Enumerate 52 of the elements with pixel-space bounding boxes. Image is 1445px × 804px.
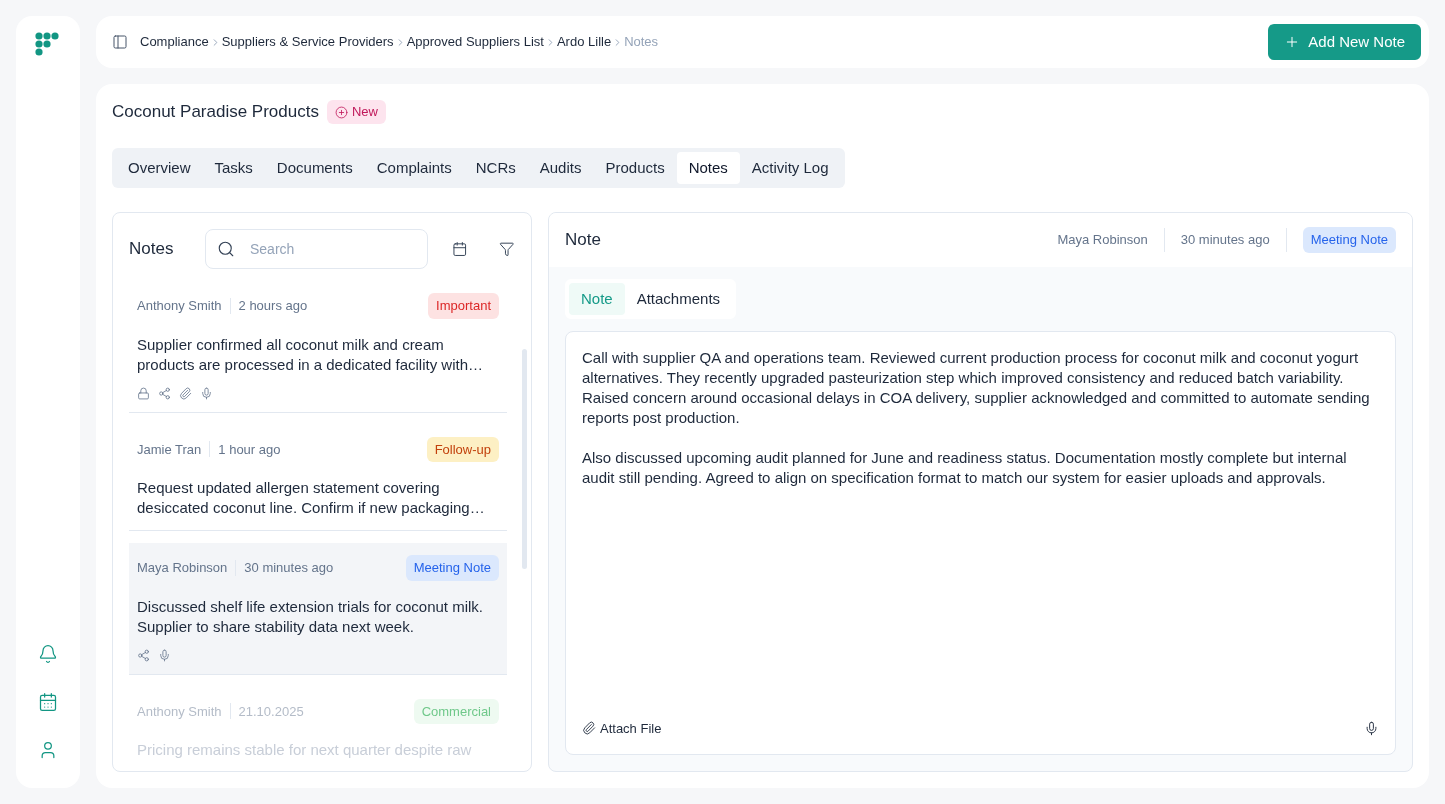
calendar-icon[interactable] <box>38 692 58 712</box>
tag: Important <box>428 293 499 319</box>
breadcrumb-link[interactable]: Approved Suppliers List <box>406 32 544 52</box>
tab[interactable]: Audits <box>527 152 594 184</box>
tab[interactable]: Documents <box>264 152 365 184</box>
search-field[interactable]: Search <box>205 229 428 269</box>
note-time: 30 minutes ago <box>244 559 334 577</box>
bell-icon[interactable] <box>38 644 58 664</box>
note-author: Anthony Smith <box>137 702 222 721</box>
breadcrumb-link[interactable]: Compliance <box>140 32 209 52</box>
note-paragraph: Call with supplier QA and operations team. Reviewed current production process for coconut milk and coconut yogurt alternatives. They recently upgraded pasteurization step which improved consistency and reduced batch variability. Raised concern around occasional delays in COA delivery, supplier acknowledged and committed to automate sending reports post production. <box>582 348 1371 428</box>
tab[interactable]: Overview <box>116 152 203 184</box>
tab[interactable]: Tasks <box>202 152 265 184</box>
note-editor[interactable] <box>565 331 1396 755</box>
note-author: Anthony Smith <box>137 297 222 315</box>
tab[interactable]: Notes <box>676 152 740 184</box>
panel-title: Notes <box>129 238 175 261</box>
tab[interactable]: NCRs <box>463 152 528 184</box>
note-time: 21.10.2025 <box>238 702 304 721</box>
note-author: Maya Robinson <box>137 559 228 577</box>
tab[interactable]: Complaints <box>364 152 464 184</box>
tab[interactable]: Attachments <box>624 283 733 315</box>
note-author: Maya Robinson <box>1057 231 1148 250</box>
note-time: 30 minutes ago <box>1180 231 1270 250</box>
note-author: Jamie Tran <box>137 440 202 459</box>
note-preview: Discussed shelf life extension trials for coconut milk. Supplier to share stability data next week. <box>137 596 484 637</box>
tag: Meeting Note <box>1302 227 1396 253</box>
paperclip-icon <box>582 721 596 736</box>
mic-icon[interactable] <box>1364 720 1379 736</box>
tag: Commercial <box>413 698 499 724</box>
tag: Follow-up <box>426 436 499 462</box>
calendar-icon[interactable] <box>451 241 468 257</box>
tab[interactable]: Activity Log <box>739 152 841 184</box>
status-badge: New <box>326 100 386 124</box>
tab[interactable]: Products <box>593 152 677 184</box>
attach-file-button[interactable]: Attach File <box>582 718 662 738</box>
filter-icon[interactable] <box>499 241 515 257</box>
search-icon <box>217 240 235 258</box>
tag: Meeting Note <box>405 555 499 581</box>
note-preview: Request updated allergen statement covering desiccated coconut line. Confirm if new packaging… <box>137 478 486 518</box>
sidebar-toggle-icon[interactable] <box>112 34 128 50</box>
note-preview: Supplier confirmed all coconut milk and cream products are processed in a dedicated facility with… <box>137 334 484 375</box>
note-paragraph: Also discussed upcoming audit planned for June and readiness status. Documentation mostly complete but internal audit still pending. Agreed to align on specification format to match our system for easier uploads and approvals. <box>582 448 1348 488</box>
note-time: 1 hour ago <box>218 440 281 459</box>
note-item[interactable]: Maya Robinson 30 minutes ago Meeting Note Discussed shelf life extension trials for coconut milk. Supplier to share stability data next week. <box>129 543 507 675</box>
detail-title: Note <box>565 229 601 252</box>
supplier-name: Coconut Paradise Products <box>112 101 319 124</box>
breadcrumb-link[interactable]: Suppliers & Service Providers <box>221 32 394 52</box>
note-time: 2 hours ago <box>238 297 308 315</box>
breadcrumb-link[interactable]: Ardo Lille <box>556 32 612 52</box>
logo-icon <box>35 32 61 58</box>
scrollbar[interactable] <box>522 349 527 569</box>
